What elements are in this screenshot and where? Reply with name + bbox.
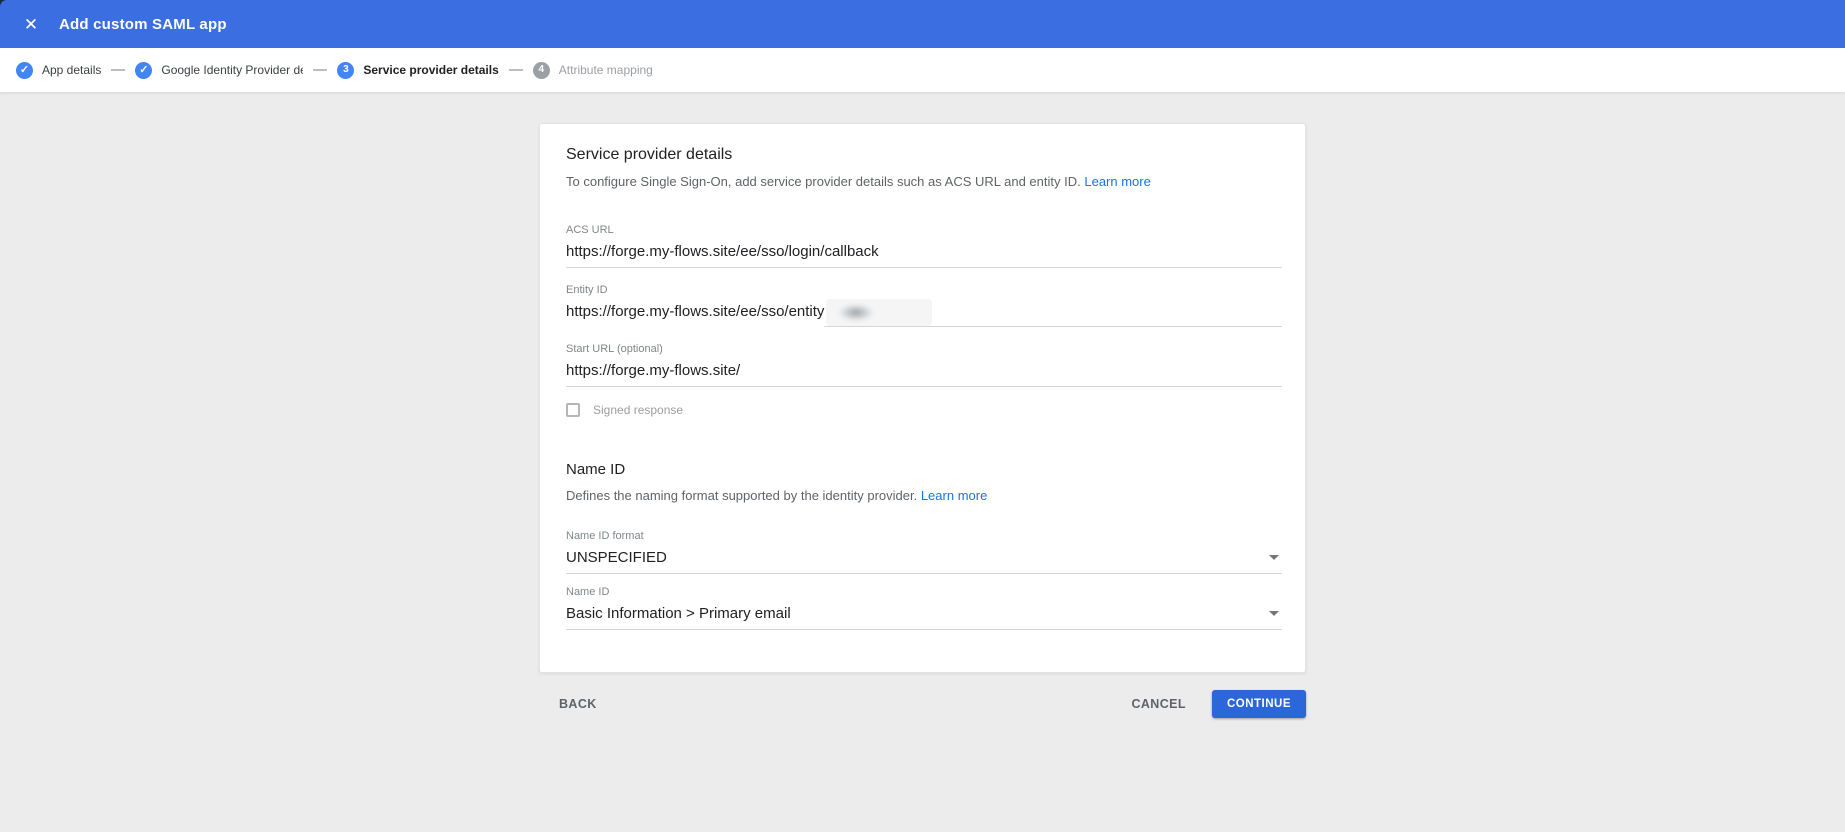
entity-id-input[interactable]: https://forge.my-flows.site/ee/sso/entit…: [566, 299, 1282, 327]
signed-response-row: Signed response: [566, 403, 1282, 417]
step-number: 4: [538, 64, 545, 75]
name-id-field: Name ID Basic Information > Primary emai…: [566, 586, 1282, 630]
card-title: Service provider details: [566, 146, 733, 163]
wizard-stepper: ✓ App details ✓ Google Identity Provider…: [0, 48, 1845, 93]
continue-button[interactable]: CONTINUE: [1211, 690, 1306, 718]
redaction-blur-blob: [838, 304, 875, 321]
dialog-title: Add custom SAML app: [59, 15, 227, 33]
close-icon[interactable]: ✕: [19, 12, 43, 36]
redacted-value: [826, 299, 933, 326]
acs-url-field: ACS URL https://forge.my-flows.site/ee/s…: [566, 224, 1282, 268]
step-done-icon: ✓: [135, 61, 153, 79]
step-attribute-mapping: 4 Attribute mapping: [532, 61, 653, 79]
check-icon: ✓: [19, 63, 30, 76]
step-connector: [111, 69, 126, 71]
acs-url-value: https://forge.my-flows.site/ee/sso/login…: [566, 243, 879, 260]
step-done-icon: ✓: [16, 61, 33, 79]
name-id-section-description: Defines the naming format supported by t…: [566, 487, 1282, 504]
signed-response-label: Signed response: [593, 403, 684, 417]
check-icon: ✓: [139, 63, 149, 76]
name-id-format-value: UNSPECIFIED: [566, 549, 667, 566]
chevron-down-icon: [1269, 611, 1279, 616]
step-connector: [508, 69, 523, 71]
card-description-text: To configure Single Sign-On, add service…: [566, 174, 1081, 189]
name-id-value: Basic Information > Primary email: [566, 605, 791, 622]
name-id-format-label: Name ID format: [566, 530, 644, 542]
chevron-down-icon: [1269, 555, 1279, 560]
name-id-format-select[interactable]: UNSPECIFIED: [566, 548, 1282, 574]
start-url-label: Start URL (optional): [566, 343, 663, 355]
dialog-content: Service provider details To configure Si…: [0, 123, 1845, 719]
step-service-provider-details[interactable]: 3 Service provider details: [337, 61, 499, 79]
step-number-icon: 3: [337, 61, 355, 79]
step-number: 3: [343, 64, 349, 75]
signed-response-checkbox[interactable]: [566, 403, 580, 417]
learn-more-link[interactable]: Learn more: [921, 488, 987, 503]
step-google-idp-details[interactable]: ✓ Google Identity Provider details: [135, 61, 303, 79]
entity-id-field: Entity ID https://forge.my-flows.site/ee…: [566, 284, 1282, 327]
step-label: Google Identity Provider details: [161, 63, 303, 77]
wizard-footer: BACK CANCEL CONTINUE: [539, 689, 1306, 719]
dialog-header: ✕ Add custom SAML app: [0, 0, 1845, 48]
step-label: Service provider details: [363, 63, 499, 77]
name-id-field-group: Name ID format UNSPECIFIED Name ID Basic…: [566, 530, 1282, 630]
step-label: Attribute mapping: [558, 63, 653, 77]
name-id-label: Name ID: [566, 586, 610, 598]
learn-more-link[interactable]: Learn more: [1084, 174, 1150, 189]
cancel-button[interactable]: CANCEL: [1125, 689, 1191, 719]
service-provider-details-card: Service provider details To configure Si…: [539, 123, 1306, 673]
name-id-section-title: Name ID: [566, 461, 626, 478]
back-button[interactable]: BACK: [553, 689, 603, 719]
step-number-icon: 4: [532, 61, 550, 79]
field-group: ACS URL https://forge.my-flows.site/ee/s…: [566, 224, 1282, 417]
name-id-select[interactable]: Basic Information > Primary email: [566, 604, 1282, 630]
entity-id-underline: [824, 299, 1282, 327]
name-id-description-text: Defines the naming format supported by t…: [566, 488, 918, 503]
card-description: To configure Single Sign-On, add service…: [566, 173, 1282, 190]
step-app-details[interactable]: ✓ App details: [16, 61, 102, 79]
start-url-input[interactable]: https://forge.my-flows.site/: [566, 361, 1282, 387]
entity-id-value: https://forge.my-flows.site/ee/sso/entit…: [566, 303, 825, 320]
entity-id-label: Entity ID: [566, 284, 608, 296]
acs-url-label: ACS URL: [566, 224, 614, 236]
name-id-format-field: Name ID format UNSPECIFIED: [566, 530, 1282, 574]
acs-url-input[interactable]: https://forge.my-flows.site/ee/sso/login…: [566, 242, 1282, 268]
step-label: App details: [42, 63, 102, 77]
start-url-value: https://forge.my-flows.site/: [566, 362, 741, 379]
name-id-section: Name ID Defines the naming format suppor…: [566, 461, 1282, 630]
step-connector: [313, 69, 328, 71]
start-url-field: Start URL (optional) https://forge.my-fl…: [566, 343, 1282, 387]
